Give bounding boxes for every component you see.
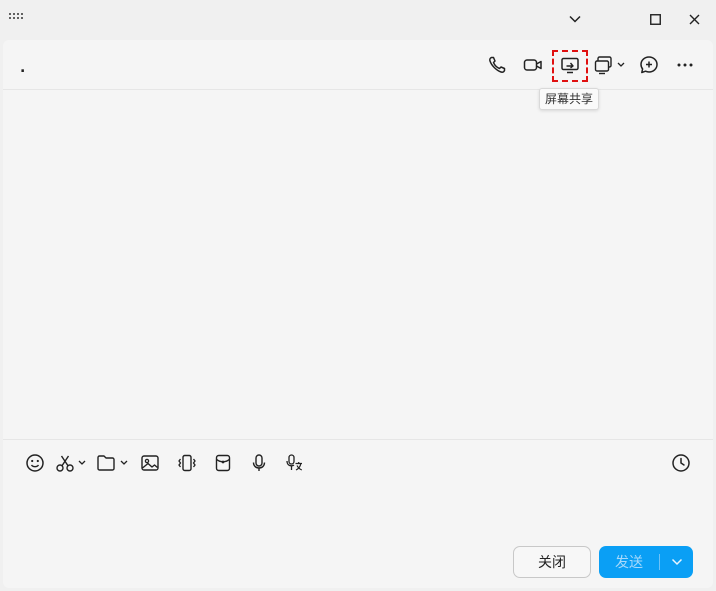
screen-share-highlight (552, 50, 588, 82)
chevron-down-icon[interactable] (560, 4, 590, 34)
title-bar (0, 0, 716, 38)
close-icon[interactable] (679, 4, 709, 34)
send-label: 发送 (615, 555, 643, 571)
red-envelope-icon[interactable] (211, 451, 235, 475)
scissors-icon[interactable] (55, 451, 91, 475)
chat-title: . (20, 60, 26, 76)
grip-icon[interactable] (9, 13, 25, 23)
phone-icon[interactable] (484, 52, 510, 78)
history-clock-icon[interactable] (669, 451, 693, 475)
close-button[interactable]: 关闭 (513, 546, 591, 578)
chat-panel: . 屏幕共享 关闭 发送 (3, 40, 713, 588)
maximize-icon[interactable] (640, 4, 670, 34)
more-icon[interactable] (672, 52, 698, 78)
image-icon[interactable] (138, 451, 162, 475)
voice-to-text-icon[interactable] (282, 451, 306, 475)
message-input[interactable] (13, 484, 703, 539)
video-icon[interactable] (520, 52, 546, 78)
folder-icon[interactable] (96, 451, 132, 475)
send-button[interactable]: 发送 (599, 546, 693, 578)
message-area[interactable] (3, 91, 713, 439)
microphone-icon[interactable] (247, 451, 271, 475)
input-divider (3, 439, 713, 440)
emoji-icon[interactable] (23, 451, 47, 475)
send-options-chevron-down-icon[interactable] (660, 558, 693, 566)
shake-icon[interactable] (175, 451, 199, 475)
chat-header: . 屏幕共享 (3, 40, 713, 110)
add-chat-icon[interactable] (636, 52, 662, 78)
remote-desktop-icon[interactable] (593, 52, 629, 78)
chat-window: . 屏幕共享 关闭 发送 (0, 0, 716, 591)
